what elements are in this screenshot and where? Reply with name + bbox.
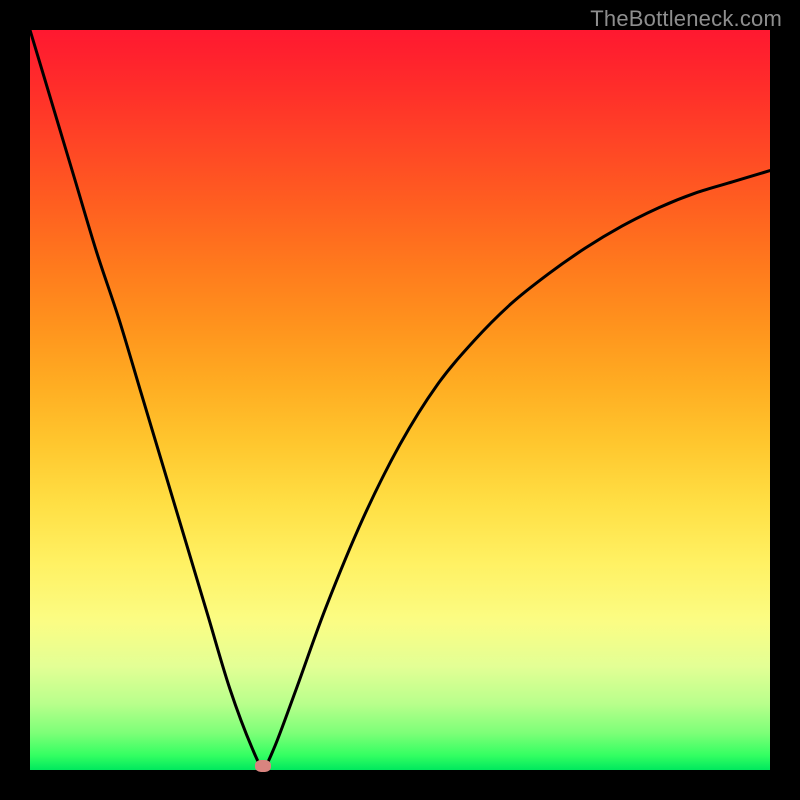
optimum-marker	[255, 760, 271, 772]
bottleneck-curve-path	[30, 30, 770, 766]
plot-area	[30, 30, 770, 770]
watermark-text: TheBottleneck.com	[590, 6, 782, 32]
curve-svg	[30, 30, 770, 770]
chart-frame: TheBottleneck.com	[0, 0, 800, 800]
